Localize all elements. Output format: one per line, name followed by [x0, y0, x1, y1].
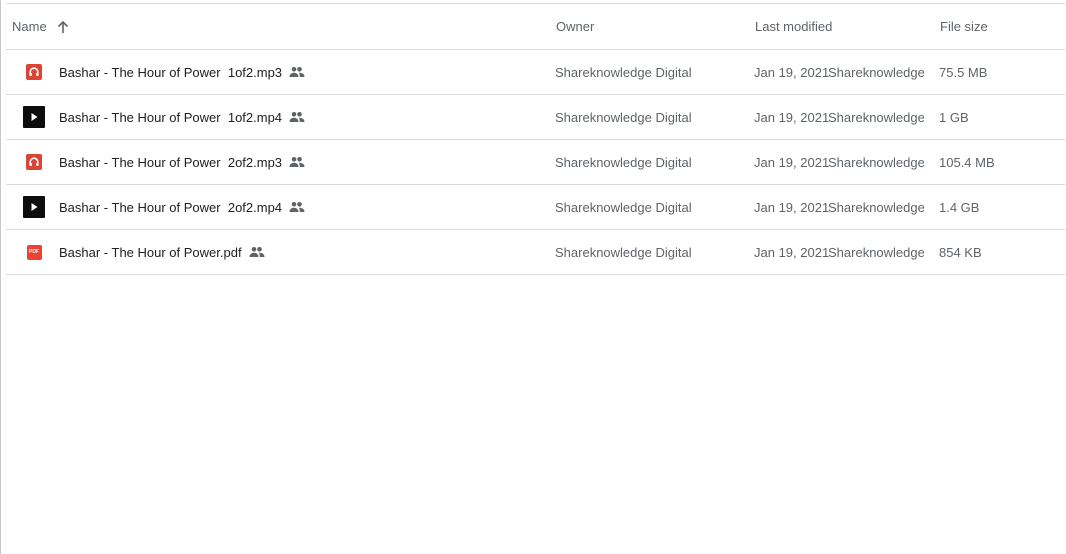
owner-cell: Shareknowledge Digital: [555, 64, 692, 80]
file-name: Bashar - The Hour of Power 2of2.mp3: [59, 154, 283, 170]
file-name: Bashar - The Hour of Power.pdf: [59, 244, 242, 260]
file-row[interactable]: Bashar - The Hour of Power 1of2.mp4 Shar…: [6, 95, 1065, 140]
file-name-cell[interactable]: Bashar - The Hour of Power.pdf: [59, 230, 265, 274]
owner-cell: Shareknowledge Digital: [555, 109, 692, 125]
audio-file-icon: [26, 64, 42, 80]
sort-ascending-arrow-icon[interactable]: [56, 20, 70, 34]
file-type-icon-cell: PDF: [23, 230, 45, 274]
file-size-cell: 75.5 MB: [939, 64, 988, 80]
owner-cell: Shareknowledge Digital: [555, 154, 692, 170]
last-modified-column-header[interactable]: Last modified: [755, 4, 832, 49]
audio-file-icon: [26, 154, 42, 170]
file-name: Bashar - The Hour of Power 2of2.mp4: [59, 199, 283, 215]
file-name-cell[interactable]: Bashar - The Hour of Power 1of2.mp4: [59, 95, 305, 139]
name-header-label: Name: [12, 19, 47, 34]
file-name-cell[interactable]: Bashar - The Hour of Power 1of2.mp3: [59, 50, 305, 94]
shared-people-icon: [289, 111, 305, 123]
last-modified-header-label: Last modified: [755, 19, 833, 34]
modified-by-cell: Shareknowledge ...: [828, 154, 924, 170]
file-name: Bashar - The Hour of Power 1of2.mp3: [59, 64, 283, 80]
file-type-icon-cell: [23, 50, 45, 94]
modified-by-cell: Shareknowledge ...: [828, 109, 924, 125]
owner-header-label: Owner: [556, 19, 595, 34]
file-size-column-header[interactable]: File size: [940, 4, 988, 49]
file-size-cell: 1 GB: [939, 109, 969, 125]
file-row[interactable]: Bashar - The Hour of Power 2of2.mp4 Shar…: [6, 185, 1065, 230]
file-type-icon-cell: [23, 140, 45, 184]
owner-cell: Shareknowledge Digital: [555, 244, 692, 260]
shared-people-icon: [289, 66, 305, 78]
file-row[interactable]: PDF Bashar - The Hour of Power.pdf Share…: [6, 230, 1065, 275]
owner-column-header[interactable]: Owner: [556, 4, 594, 49]
modified-by-cell: Shareknowledge ...: [828, 64, 924, 80]
file-size-cell: 1.4 GB: [939, 199, 980, 215]
name-column-header[interactable]: Name: [12, 4, 70, 49]
modified-date-cell: Jan 19, 2021: [754, 154, 830, 170]
list-header: Name Owner Last modified File size: [6, 4, 1065, 50]
shared-people-icon: [249, 246, 265, 258]
modified-date-cell: Jan 19, 2021: [754, 244, 830, 260]
file-size-cell: 105.4 MB: [939, 154, 995, 170]
video-file-icon: [23, 106, 45, 128]
file-name: Bashar - The Hour of Power 1of2.mp4: [59, 109, 283, 125]
file-list-view: Name Owner Last modified File size Basha…: [0, 0, 1066, 554]
modified-by-cell: Shareknowledge ...: [828, 244, 924, 260]
file-type-icon-cell: [23, 95, 45, 139]
owner-cell: Shareknowledge Digital: [555, 199, 692, 215]
file-type-icon-cell: [23, 185, 45, 229]
file-size-header-label: File size: [940, 19, 988, 34]
file-name-cell[interactable]: Bashar - The Hour of Power 2of2.mp4: [59, 185, 305, 229]
pdf-file-icon: PDF: [26, 244, 42, 260]
video-file-icon: [23, 196, 45, 218]
shared-people-icon: [289, 156, 305, 168]
file-size-cell: 854 KB: [939, 244, 982, 260]
file-row[interactable]: Bashar - The Hour of Power 1of2.mp3 Shar…: [6, 50, 1065, 95]
modified-date-cell: Jan 19, 2021: [754, 64, 830, 80]
modified-date-cell: Jan 19, 2021: [754, 109, 830, 125]
modified-by-cell: Shareknowledge ...: [828, 199, 924, 215]
file-name-cell[interactable]: Bashar - The Hour of Power 2of2.mp3: [59, 140, 305, 184]
modified-date-cell: Jan 19, 2021: [754, 199, 830, 215]
shared-people-icon: [289, 201, 305, 213]
file-list: Name Owner Last modified File size Basha…: [6, 4, 1065, 275]
file-row[interactable]: Bashar - The Hour of Power 2of2.mp3 Shar…: [6, 140, 1065, 185]
